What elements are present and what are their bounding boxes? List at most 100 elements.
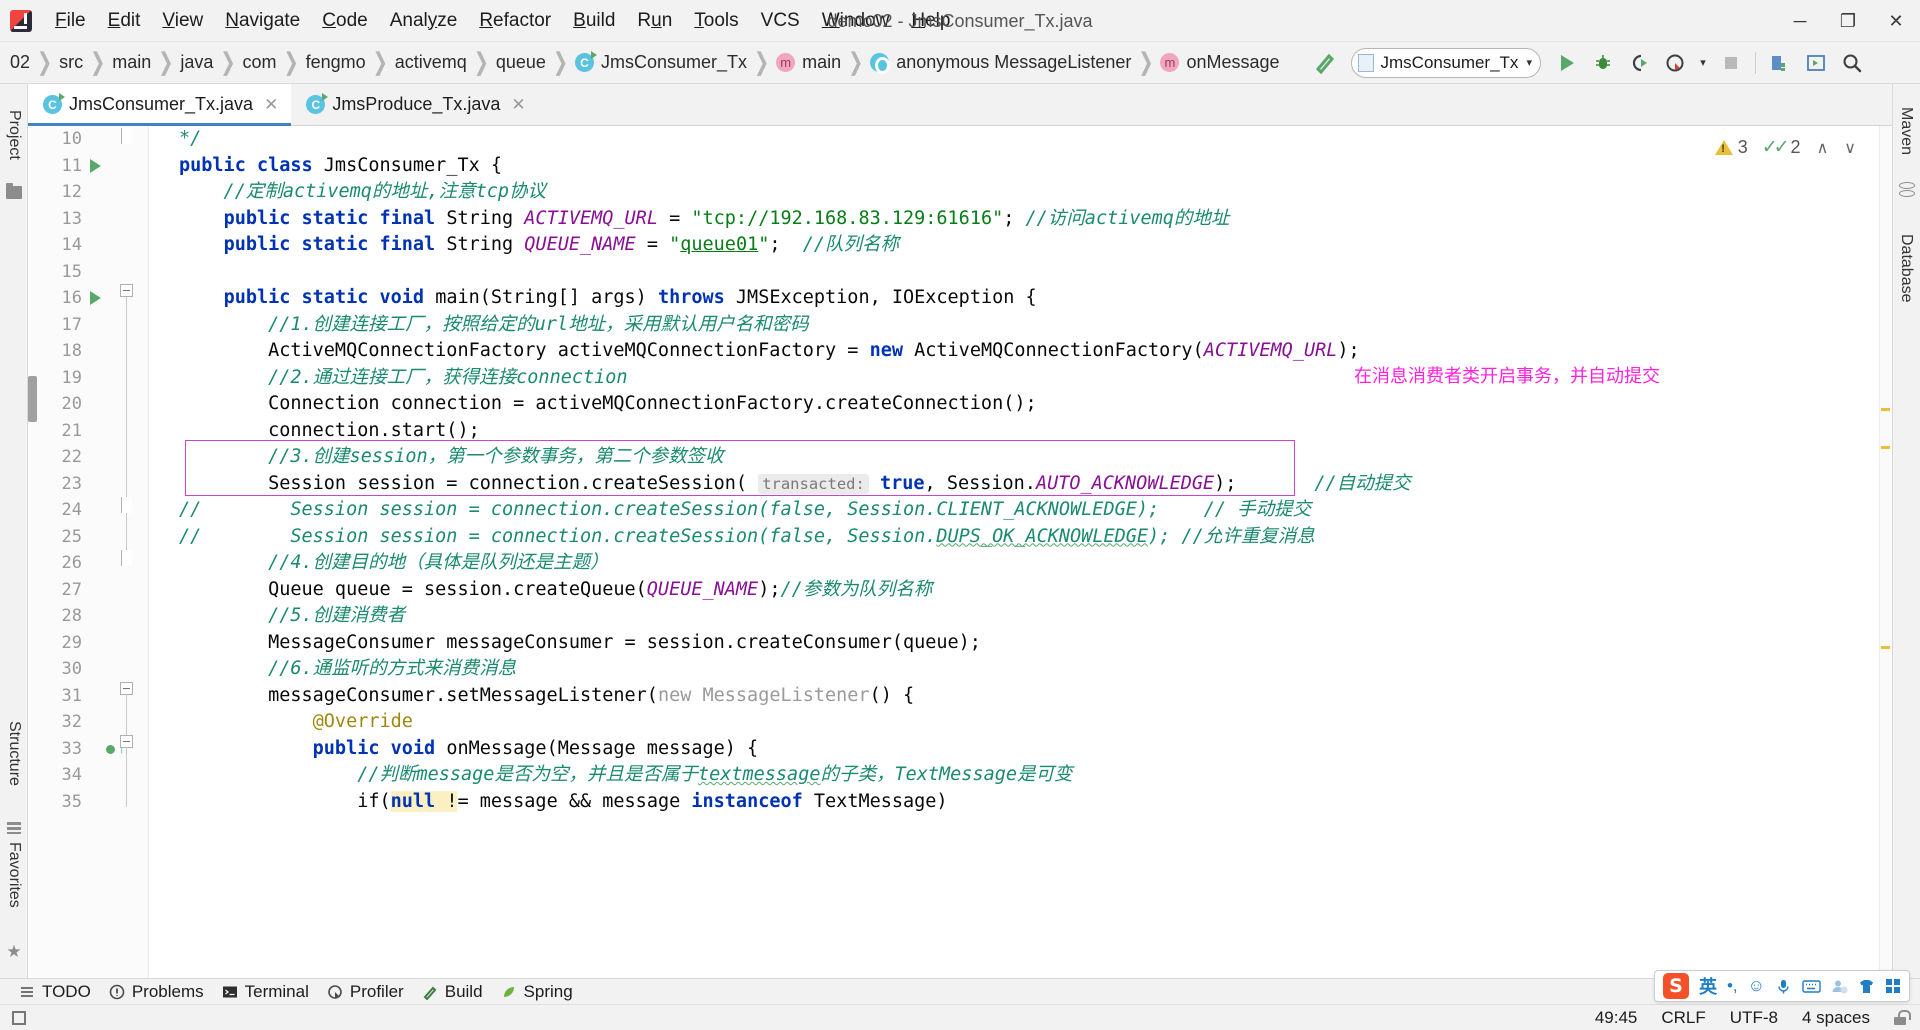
tool-window-problems[interactable]: Problems xyxy=(100,980,213,1004)
code-line-12: //定制activemq的地址,注意tcp协议 xyxy=(179,181,546,202)
debug-button[interactable] xyxy=(1586,46,1620,80)
run-class-gutter-icon[interactable] xyxy=(90,158,101,173)
editor-scroll-handle[interactable] xyxy=(28,376,37,422)
stop-button[interactable] xyxy=(1714,46,1748,80)
select-opened-file-button[interactable] xyxy=(1799,46,1833,80)
run-button[interactable] xyxy=(1550,46,1584,80)
sidebar-item-database[interactable]: Database xyxy=(1892,214,1920,322)
fold-region-marker[interactable] xyxy=(121,550,132,566)
previous-problem-icon[interactable]: ∧ xyxy=(1817,138,1829,158)
menu-help[interactable]: Help xyxy=(900,6,961,36)
code-line-28: //5.创建消费者 xyxy=(179,605,406,626)
code-content[interactable]: */ public class JmsConsumer_Tx { //定制act… xyxy=(149,126,1892,978)
menu-tools[interactable]: Tools xyxy=(683,6,749,36)
menu-navigate[interactable]: Navigate xyxy=(214,6,311,36)
sidebar-item-maven[interactable]: Maven xyxy=(1892,92,1920,170)
breadcrumb-item-main[interactable]: main xyxy=(106,50,157,75)
menu-edit[interactable]: Edit xyxy=(97,6,152,36)
caret-position[interactable]: 49:45 xyxy=(1595,1008,1638,1028)
breadcrumb-item-activemq[interactable]: activemq xyxy=(389,50,473,75)
run-method-gutter-icon[interactable] xyxy=(90,291,101,305)
tool-window-spring[interactable]: Spring xyxy=(492,980,582,1004)
code-line-34: //判断message是否为空，并且是否属于textmessage的子类，Tex… xyxy=(179,764,1073,785)
ime-menu-icon[interactable] xyxy=(1885,978,1901,994)
breadcrumb-item-0[interactable]: 02 xyxy=(4,50,36,75)
ime-voice-icon[interactable] xyxy=(1775,978,1792,995)
breadcrumb-item-queue[interactable]: queue xyxy=(490,50,552,75)
build-hammer-icon[interactable] xyxy=(1308,46,1342,80)
indent-setting[interactable]: 4 spaces xyxy=(1802,1008,1870,1028)
editor-gutter[interactable]: 10 11 12 13 14 15 16 17 18 19 20 21 22 2… xyxy=(28,126,148,978)
menu-file[interactable]: File xyxy=(44,6,97,36)
error-stripe-marker-bar[interactable] xyxy=(1879,126,1892,978)
inspection-widget[interactable]: 3 ✓✓ 2 ∧ ∨ xyxy=(1714,136,1856,159)
tool-window-profiler[interactable]: Profiler xyxy=(318,980,413,1004)
star-icon[interactable]: ★ xyxy=(6,943,22,960)
database-icon[interactable] xyxy=(1899,182,1915,197)
close-button[interactable]: ✕ xyxy=(1872,0,1920,42)
sogou-logo-icon[interactable]: S xyxy=(1662,973,1689,999)
menu-build[interactable]: Build xyxy=(562,6,626,36)
menu-window[interactable]: Window xyxy=(811,6,901,36)
tab-jmsproduce-tx[interactable]: JmsProduce_Tx.java ✕ xyxy=(291,84,538,125)
ime-account-icon[interactable] xyxy=(1831,978,1848,995)
project-folder-icon[interactable] xyxy=(6,183,22,199)
run-configuration-selector[interactable]: JmsConsumer_Tx ▾ xyxy=(1350,47,1541,78)
tool-window-build[interactable]: Build xyxy=(413,980,492,1004)
line-separator[interactable]: CRLF xyxy=(1661,1008,1705,1028)
ime-keyboard-icon[interactable] xyxy=(1802,979,1821,994)
ime-punctuation-icon[interactable]: •, xyxy=(1727,976,1738,996)
fold-region-end-icon[interactable] xyxy=(121,128,132,144)
sidebar-item-structure[interactable]: Structure xyxy=(0,698,28,808)
breadcrumb-item-anonymous[interactable]: anonymous MessageListener xyxy=(864,50,1137,75)
menu-view[interactable]: View xyxy=(151,6,214,36)
ime-skin-icon[interactable] xyxy=(1858,978,1875,995)
tool-window-terminal[interactable]: Terminal xyxy=(213,980,318,1004)
breadcrumb-item-method-main[interactable]: main xyxy=(770,50,847,75)
code-editor[interactable]: 10 11 12 13 14 15 16 17 18 19 20 21 22 2… xyxy=(28,126,1892,978)
warning-marker[interactable] xyxy=(1881,408,1890,411)
minimize-button[interactable]: ─ xyxy=(1776,0,1824,42)
fold-region-icon[interactable] xyxy=(120,284,133,297)
maximize-button[interactable]: ❐ xyxy=(1824,0,1872,42)
sogou-ime-toolbar[interactable]: S 英 •, ☺ xyxy=(1653,970,1910,1002)
file-encoding[interactable]: UTF-8 xyxy=(1730,1008,1778,1028)
tab-jmsconsumer-tx[interactable]: JmsConsumer_Tx.java ✕ xyxy=(28,84,292,126)
run-config-label: JmsConsumer_Tx xyxy=(1380,52,1519,72)
line-number: 20 xyxy=(61,394,82,414)
sidebar-item-project[interactable]: Project xyxy=(0,94,28,176)
close-icon[interactable]: ✕ xyxy=(511,96,525,113)
close-icon[interactable]: ✕ xyxy=(264,96,278,113)
ime-mode-toggle[interactable]: 英 xyxy=(1699,973,1717,999)
ime-emoji-icon[interactable]: ☺ xyxy=(1748,976,1765,996)
anonymous-class-icon xyxy=(870,53,891,74)
profiler-dropdown-icon[interactable]: ▾ xyxy=(1694,46,1712,80)
fold-region-marker[interactable] xyxy=(121,497,132,513)
build-project-button[interactable] xyxy=(1763,46,1797,80)
warning-marker[interactable] xyxy=(1881,646,1890,649)
breadcrumb-item-src[interactable]: src xyxy=(53,50,89,75)
status-indicator-icon[interactable] xyxy=(12,1010,26,1025)
breadcrumb-item-fengmo[interactable]: fengmo xyxy=(300,50,372,75)
unlocked-icon[interactable] xyxy=(1894,1010,1911,1025)
code-line-32: @Override xyxy=(179,711,413,732)
override-gutter-icon[interactable] xyxy=(106,744,115,754)
list-icon xyxy=(19,984,35,1000)
tool-window-todo[interactable]: TODO xyxy=(10,980,100,1004)
menu-vcs[interactable]: VCS xyxy=(750,6,811,36)
breadcrumb-item-method-onmessage[interactable]: onMessage xyxy=(1154,50,1285,75)
menu-refactor[interactable]: Refactor xyxy=(468,6,562,36)
run-with-coverage-button[interactable] xyxy=(1622,46,1656,80)
next-problem-icon[interactable]: ∨ xyxy=(1844,138,1856,158)
annotation-text: 在消息消费者类开启事务，并自动提交 xyxy=(1354,366,1660,387)
profiler-button[interactable] xyxy=(1658,46,1692,80)
breadcrumb-item-com[interactable]: com xyxy=(236,50,282,75)
search-everywhere-button[interactable] xyxy=(1835,46,1869,80)
warning-marker[interactable] xyxy=(1881,446,1890,449)
menu-code[interactable]: Code xyxy=(311,6,378,36)
menu-analyze[interactable]: Analyze xyxy=(379,6,469,36)
menu-run[interactable]: Run xyxy=(626,6,683,36)
breadcrumb-item-java[interactable]: java xyxy=(174,50,219,75)
breadcrumb-item-class[interactable]: JmsConsumer_Tx xyxy=(569,50,753,75)
sidebar-item-favorites[interactable]: Favorites xyxy=(0,820,28,930)
